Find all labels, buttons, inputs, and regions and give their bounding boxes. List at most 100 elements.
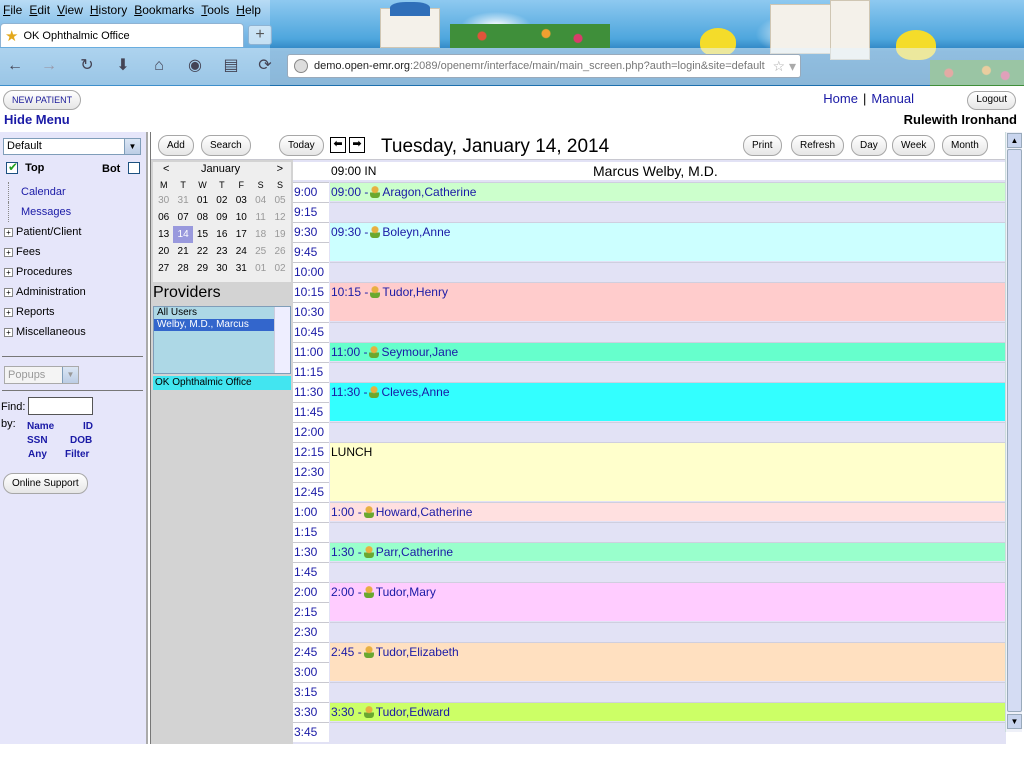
- today-button[interactable]: Today: [279, 135, 324, 156]
- reload-icon[interactable]: ↻: [76, 55, 98, 77]
- hide-menu-link[interactable]: Hide Menu: [4, 112, 70, 127]
- mini-calendar-day[interactable]: 17: [232, 226, 251, 243]
- appointment[interactable]: 11:00 - Seymour,Jane: [330, 343, 1006, 361]
- patient-name-link[interactable]: Howard,Catherine: [376, 505, 473, 519]
- expand-plus-icon[interactable]: +: [4, 227, 13, 237]
- back-arrow-icon[interactable]: ←: [4, 55, 26, 77]
- download-icon[interactable]: ⬇: [112, 55, 134, 77]
- provider-option-all-users[interactable]: All Users: [154, 307, 290, 319]
- mini-calendar-day[interactable]: 16: [212, 226, 231, 243]
- time-slot-label[interactable]: 3:15: [293, 682, 329, 702]
- mini-calendar-day[interactable]: 03: [232, 192, 251, 209]
- find-by-any-link[interactable]: Any: [28, 449, 47, 460]
- bot-checkbox[interactable]: [128, 162, 140, 174]
- chevron-down-icon[interactable]: ▼: [62, 367, 78, 383]
- mini-calendar-day[interactable]: 01: [251, 260, 270, 277]
- mini-calendar-day[interactable]: 23: [212, 243, 231, 260]
- mini-calendar-day[interactable]: 08: [193, 209, 212, 226]
- online-support-button[interactable]: Online Support: [3, 473, 88, 494]
- time-slot-label[interactable]: 9:30: [293, 222, 329, 242]
- nav-item-patient-client[interactable]: + Patient/Client: [4, 222, 144, 242]
- time-slot-label[interactable]: 9:15: [293, 202, 329, 222]
- menu-bookmarks[interactable]: Bookmarks: [131, 3, 198, 21]
- mini-calendar-day[interactable]: 27: [154, 260, 173, 277]
- time-slot-label[interactable]: 3:45: [293, 722, 329, 742]
- scroll-up-icon[interactable]: ▲: [1007, 133, 1022, 148]
- time-slot-label[interactable]: 1:00: [293, 502, 329, 522]
- search-button[interactable]: Search: [201, 135, 251, 156]
- patient-name-link[interactable]: Parr,Catherine: [376, 545, 453, 559]
- find-filter-link[interactable]: Filter: [65, 449, 89, 460]
- mini-calendar-day[interactable]: 19: [270, 226, 289, 243]
- next-month-link[interactable]: >: [277, 163, 283, 175]
- mini-calendar-day[interactable]: 30: [212, 260, 231, 277]
- prev-day-arrow-icon[interactable]: ⬅: [330, 137, 346, 153]
- expand-plus-icon[interactable]: +: [4, 307, 13, 317]
- expand-plus-icon[interactable]: +: [4, 247, 13, 257]
- mini-calendar-day[interactable]: 02: [270, 260, 289, 277]
- time-slot-label[interactable]: 11:15: [293, 362, 329, 382]
- chevron-down-icon[interactable]: ▼: [124, 139, 140, 154]
- url-bar[interactable]: demo.open-emr.org:2089/openemr/interface…: [287, 54, 801, 78]
- search-engine-icon[interactable]: ◉: [184, 55, 206, 77]
- sync-icon[interactable]: ⟳: [254, 55, 276, 77]
- nav-item-messages[interactable]: Messages: [8, 202, 144, 222]
- menu-view[interactable]: View: [54, 3, 87, 21]
- find-by-ssn-link[interactable]: SSN: [27, 435, 48, 446]
- time-slot-label[interactable]: 9:00: [293, 182, 329, 202]
- mini-calendar-day[interactable]: 28: [173, 260, 192, 277]
- time-slot-label[interactable]: 1:15: [293, 522, 329, 542]
- appointment[interactable]: 3:30 - Tudor,Edward: [330, 703, 1006, 721]
- time-slot-label[interactable]: 12:30: [293, 462, 329, 482]
- nav-item-procedures[interactable]: + Procedures: [4, 262, 144, 282]
- day-view-button[interactable]: Day: [851, 135, 887, 156]
- time-slot-label[interactable]: 11:00: [293, 342, 329, 362]
- mini-calendar-day[interactable]: 05: [270, 192, 289, 209]
- mini-calendar-day[interactable]: 20: [154, 243, 173, 260]
- mini-calendar-day[interactable]: 09: [212, 209, 231, 226]
- bookmark-star-icon[interactable]: ☆ ▾: [773, 58, 796, 75]
- refresh-button[interactable]: Refresh: [791, 135, 845, 156]
- time-slot-label[interactable]: 2:00: [293, 582, 329, 602]
- mini-calendar-day[interactable]: 01: [193, 192, 212, 209]
- time-slot-cell[interactable]: [330, 682, 1006, 702]
- patient-name-link[interactable]: Cleves,Anne: [381, 385, 449, 399]
- time-slot-label[interactable]: 10:00: [293, 262, 329, 282]
- patient-name-link[interactable]: Tudor,Edward: [376, 705, 450, 719]
- providers-list[interactable]: All Users Welby, M.D., Marcus: [153, 306, 291, 374]
- time-slot-cell[interactable]: [330, 622, 1006, 642]
- appointment[interactable]: 2:00 - Tudor,Mary: [330, 583, 1006, 621]
- mini-calendar-day[interactable]: 18: [251, 226, 270, 243]
- time-slot-cell[interactable]: [330, 262, 1006, 282]
- patient-name-link[interactable]: Boleyn,Anne: [382, 225, 450, 239]
- menu-edit[interactable]: Edit: [26, 3, 54, 21]
- scroll-down-icon[interactable]: ▼: [1007, 714, 1022, 729]
- print-icon[interactable]: ▤: [220, 55, 242, 77]
- mini-calendar-day[interactable]: 31: [232, 260, 251, 277]
- time-slot-label[interactable]: 2:15: [293, 602, 329, 622]
- next-day-arrow-icon[interactable]: ➡: [349, 137, 365, 153]
- nav-item-reports[interactable]: + Reports: [4, 302, 144, 322]
- add-button[interactable]: Add: [158, 135, 194, 156]
- lunch-block[interactable]: LUNCH: [330, 443, 1006, 501]
- expand-plus-icon[interactable]: +: [4, 267, 13, 277]
- month-view-button[interactable]: Month: [942, 135, 988, 156]
- popups-select[interactable]: Popups ▼: [4, 366, 79, 384]
- mini-calendar-day[interactable]: 15: [193, 226, 212, 243]
- mini-calendar-day[interactable]: 07: [173, 209, 192, 226]
- week-view-button[interactable]: Week: [892, 135, 936, 156]
- calendar-scrollbar[interactable]: ▲ ▼: [1005, 132, 1022, 732]
- top-checkbox[interactable]: [6, 160, 18, 175]
- time-slot-label[interactable]: 2:30: [293, 622, 329, 642]
- mini-calendar-day[interactable]: 13: [154, 226, 173, 243]
- print-button[interactable]: Print: [743, 135, 782, 156]
- manual-link[interactable]: Manual: [871, 91, 914, 106]
- time-slot-label[interactable]: 10:45: [293, 322, 329, 342]
- time-slot-cell[interactable]: [330, 202, 1006, 222]
- expand-plus-icon[interactable]: +: [4, 327, 13, 337]
- appointment[interactable]: 11:30 - Cleves,Anne: [330, 383, 1006, 421]
- time-slot-cell[interactable]: [330, 322, 1006, 342]
- mini-calendar-day[interactable]: 04: [251, 192, 270, 209]
- provider-option-welby[interactable]: Welby, M.D., Marcus: [154, 319, 274, 331]
- time-slot-label[interactable]: 12:15: [293, 442, 329, 462]
